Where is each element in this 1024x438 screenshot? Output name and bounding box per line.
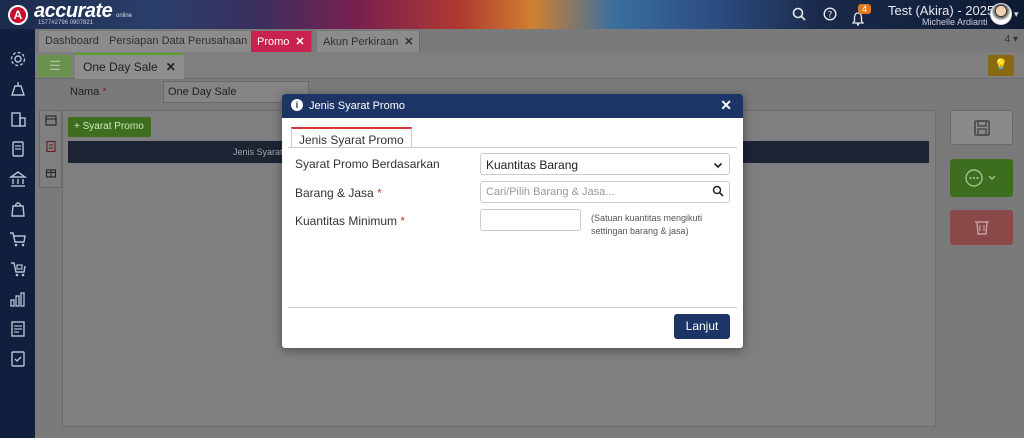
ledger-icon[interactable] xyxy=(8,140,28,158)
clipboard-icon[interactable] xyxy=(44,140,58,154)
continue-button[interactable]: Lanjut xyxy=(674,314,730,339)
accurate-logo-icon: A xyxy=(8,5,28,25)
basis-select-value: Kuantitas Barang xyxy=(486,158,579,172)
bell-icon[interactable] xyxy=(851,12,865,29)
top-bar: A accurate 1577#2796 0907821 online ? 4 … xyxy=(0,0,1024,29)
logo-id: 1577#2796 0907821 xyxy=(38,20,94,26)
gift-icon[interactable] xyxy=(44,166,58,180)
item-label: Barang & Jasa * xyxy=(295,186,382,200)
info-icon: i xyxy=(291,99,303,111)
add-syarat-promo-button[interactable]: + Syarat Promo xyxy=(68,117,151,137)
tab-akun-perkiraan[interactable]: Akun Perkiraan ✕ xyxy=(317,31,421,52)
modal-header: i Jenis Syarat Promo ✕ xyxy=(282,94,743,118)
qty-minimum-input[interactable] xyxy=(480,209,581,231)
close-icon[interactable]: ✕ xyxy=(295,36,304,48)
search-icon[interactable] xyxy=(712,185,724,197)
bank-icon[interactable] xyxy=(8,170,28,188)
notification-badge: 4 xyxy=(858,4,872,14)
item-search-placeholder: Cari/Pilih Barang & Jasa... xyxy=(486,186,615,198)
list-button[interactable]: ☰ xyxy=(38,55,72,77)
sub-bar: ☰ One Day Sale ✕ 💡 xyxy=(35,52,1024,79)
subtab-one-day-sale[interactable]: One Day Sale ✕ xyxy=(75,53,184,79)
shopping-bag-icon[interactable] xyxy=(8,200,28,218)
qty-label: Kuantitas Minimum * xyxy=(295,214,406,228)
sidebar xyxy=(0,29,35,438)
more-options-button[interactable] xyxy=(950,159,1013,197)
tab-bar: Dashboard Persiapan Data Perusahaan Prom… xyxy=(35,29,1024,52)
delete-button[interactable] xyxy=(950,210,1013,245)
cart-icon[interactable] xyxy=(8,230,28,248)
report-icon[interactable] xyxy=(8,320,28,338)
lightbulb-icon[interactable]: 💡 xyxy=(988,55,1014,76)
company-title: Test (Akira) - 2025 xyxy=(888,3,995,18)
chevron-down-icon[interactable]: ▾ xyxy=(1014,9,1019,20)
basis-label: Syarat Promo Berdasarkan xyxy=(295,157,440,171)
svg-text:?: ? xyxy=(828,11,833,21)
qty-note: (Satuan kuantitas mengikuti settingan ba… xyxy=(591,213,703,236)
tab-jenis-syarat-promo[interactable]: Jenis Syarat Promo xyxy=(291,127,412,148)
user-name: Michelle Ardianti xyxy=(922,17,988,27)
tab-persiapan-data[interactable]: Persiapan Data Perusahaan xyxy=(103,31,255,52)
help-icon[interactable]: ? xyxy=(823,7,837,24)
basis-select[interactable]: Kuantitas Barang xyxy=(480,153,730,175)
inventory-chart-icon[interactable] xyxy=(8,290,28,308)
item-search-input[interactable]: Cari/Pilih Barang & Jasa... xyxy=(480,181,730,203)
tab-promo[interactable]: Promo ✕ xyxy=(251,31,312,52)
search-icon[interactable] xyxy=(792,7,806,24)
close-icon[interactable]: ✕ xyxy=(720,97,732,114)
scale-icon[interactable] xyxy=(8,80,28,98)
chevron-down-icon xyxy=(713,157,723,173)
modal-footer-divider xyxy=(288,307,737,308)
avatar[interactable] xyxy=(990,3,1012,25)
building-icon[interactable] xyxy=(8,110,28,128)
purchase-cart-icon[interactable] xyxy=(8,260,28,278)
settings-icon[interactable] xyxy=(8,50,28,68)
nama-label: Nama * xyxy=(70,86,107,98)
jenis-syarat-promo-modal: i Jenis Syarat Promo ✕ Jenis Syarat Prom… xyxy=(282,94,743,348)
close-icon[interactable]: ✕ xyxy=(404,36,413,48)
close-icon[interactable]: ✕ xyxy=(166,60,176,74)
save-button[interactable] xyxy=(950,110,1013,145)
tab-divider xyxy=(288,147,737,148)
tab-dashboard[interactable]: Dashboard xyxy=(39,31,106,52)
document-check-icon[interactable] xyxy=(8,350,28,368)
modal-title: Jenis Syarat Promo xyxy=(309,100,405,112)
calendar-icon[interactable] xyxy=(44,114,58,128)
tab-counter[interactable]: 4 ▾ xyxy=(1005,34,1018,45)
detail-rail xyxy=(39,110,62,188)
logo-online-label: online xyxy=(116,13,133,19)
